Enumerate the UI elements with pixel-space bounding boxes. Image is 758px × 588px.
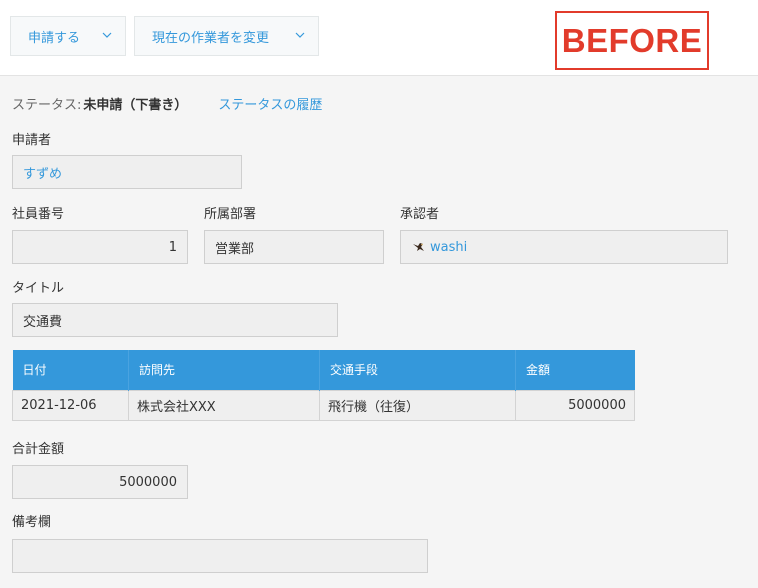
title-field[interactable]: 交通費	[12, 303, 338, 337]
apply-button[interactable]: 申請する	[10, 16, 126, 56]
department-label: 所属部署	[204, 207, 257, 222]
before-stamp: BEFORE	[555, 11, 709, 70]
header-amount: 金額	[515, 350, 635, 390]
header-transport: 交通手段	[319, 350, 516, 390]
applicant-link[interactable]: すずめ	[23, 163, 62, 182]
toolbar: 申請する 現在の作業者を変更 BEFORE	[0, 0, 758, 76]
header-date: 日付	[12, 350, 129, 390]
status-label: ステータス:	[12, 97, 82, 113]
employee-no-field[interactable]: 1	[12, 230, 188, 264]
remarks-label: 備考欄	[12, 515, 52, 530]
total-value: 5000000	[119, 474, 177, 490]
header-destination: 訪問先	[128, 350, 320, 390]
bird-icon	[413, 243, 424, 251]
title-label: タイトル	[12, 281, 65, 296]
cell-transport[interactable]: 飛行機（往復）	[319, 389, 516, 421]
title-value: 交通費	[23, 314, 63, 330]
remarks-field[interactable]	[12, 539, 428, 573]
chevron-down-icon	[102, 32, 112, 38]
change-assignee-button[interactable]: 現在の作業者を変更	[134, 16, 319, 56]
cell-date[interactable]: 2021-12-06	[12, 389, 129, 421]
status-history-link[interactable]: ステータスの履歴	[218, 94, 322, 113]
applicant-field[interactable]: すずめ	[12, 155, 242, 189]
department-field[interactable]: 営業部	[204, 230, 384, 264]
applicant-label: 申請者	[12, 133, 52, 148]
employee-no-label: 社員番号	[12, 207, 65, 222]
total-field[interactable]: 5000000	[12, 465, 188, 499]
table-header-row: 日付 訪問先 交通手段 金額	[12, 350, 635, 390]
expense-table: 日付 訪問先 交通手段 金額 2021-12-06 株式会社XXX 飛行機（往復…	[12, 350, 635, 421]
approver-label: 承認者	[400, 207, 440, 222]
total-label: 合計金額	[12, 442, 65, 457]
approver-link[interactable]: washi	[430, 240, 467, 255]
cell-destination[interactable]: 株式会社XXX	[128, 389, 320, 421]
change-assignee-button-label: 現在の作業者を変更	[152, 30, 270, 46]
employee-no-value: 1	[168, 239, 177, 255]
status-row: ステータス: 未申請（下書き） ステータスの履歴	[12, 93, 322, 113]
table-row: 2021-12-06 株式会社XXX 飛行機（往復） 5000000	[12, 389, 635, 421]
department-value: 営業部	[215, 241, 255, 257]
status-value: 未申請（下書き）	[83, 97, 188, 113]
cell-amount[interactable]: 5000000	[515, 389, 635, 421]
chevron-down-icon	[295, 32, 305, 38]
apply-button-label: 申請する	[28, 30, 81, 46]
approver-field[interactable]: washi	[400, 230, 728, 264]
